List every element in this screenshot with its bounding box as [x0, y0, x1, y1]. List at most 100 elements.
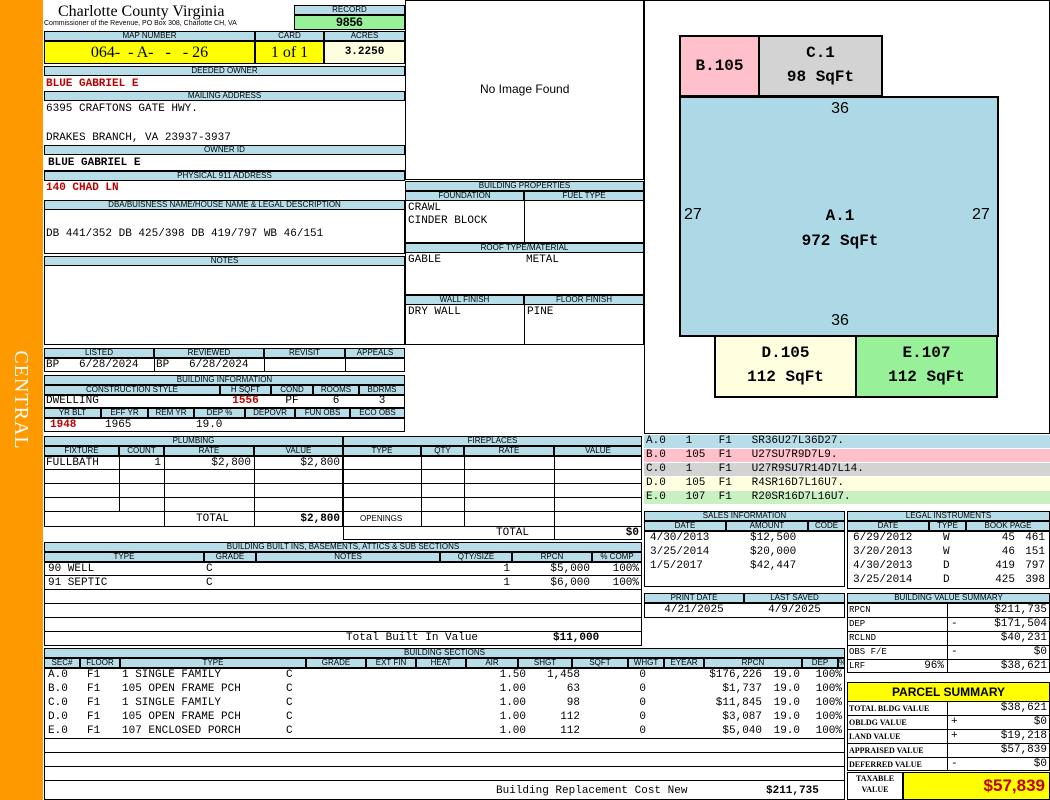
section-type: 1 SINGLE FAMILY — [122, 697, 222, 709]
deeded-owner: BLUE GABRIEL E — [46, 78, 139, 90]
record-number: 9856 — [294, 15, 405, 30]
sales-code-label: CODE — [808, 521, 845, 531]
section-comp: 100% — [815, 697, 842, 709]
section-sqft: 1,458 — [546, 669, 580, 681]
section-grade: C — [286, 697, 293, 709]
vs-obs: $0 — [1033, 646, 1047, 658]
section-col-header: GRADE — [306, 658, 366, 668]
legal-date: 6/29/2012 — [853, 532, 913, 544]
taxable-value: $57,839 — [903, 772, 1050, 800]
sketch-code-row: D.0 105 F1 R4SR16D7L16U7. — [644, 477, 1050, 491]
legal-page: 151 — [1025, 546, 1045, 558]
section-whgt: 0 — [639, 697, 646, 709]
value-summary-label: BUILDING VALUE SUMMARY — [847, 593, 1050, 603]
roof-type: GABLE — [408, 254, 442, 266]
legal-type: D — [943, 560, 950, 572]
li-date-label: DATE — [847, 521, 929, 531]
bi-notes-label: NOTES — [256, 552, 440, 562]
mailing-address-line2: DRAKES BRANCH, VA 23937-3937 — [46, 132, 231, 144]
rate-label: RATE — [164, 446, 254, 456]
section-col-header: WHGT — [628, 658, 664, 668]
ps-bldg-label: TOTAL BLDG VALUE — [849, 704, 930, 713]
ps-deferred-label: DEFERRED VALUE — [849, 760, 922, 769]
bi-qty-label: QTY/SIZE — [440, 552, 512, 562]
plumbing-total: $2,800 — [300, 513, 340, 525]
fp-value-label: VALUE — [554, 446, 642, 456]
section-type: 105 OPEN FRAME PCH — [122, 711, 241, 723]
legal-book: 425 — [995, 574, 1015, 586]
sketch-section-c: C.1 98 SqFt — [758, 35, 883, 97]
section-dep: 19.0 — [773, 725, 800, 737]
vs-rclnd-label: RCLND — [849, 633, 877, 643]
section-grade: C — [286, 683, 293, 695]
section-comp: 100% — [815, 683, 842, 695]
sketch-code-row: A.0 1 F1 SR36U27L36D27. — [644, 435, 1050, 449]
sketch-section-d: D.105 112 SqFt — [714, 335, 857, 398]
effyr-label: EFF YR — [101, 408, 148, 418]
vs-obs-label: OBS F/E — [849, 647, 887, 657]
sketch-a-label: A.1 — [825, 207, 855, 225]
sketch-dim-bottom: 36 — [831, 312, 849, 329]
built-in-total: $11,000 — [553, 632, 600, 644]
section-floor: F1 — [87, 725, 101, 737]
section-sec: B.0 — [48, 683, 68, 695]
section-col-header: HEAT — [416, 658, 466, 668]
section-comp: 100% — [815, 711, 842, 723]
sale-date: 1/5/2017 — [650, 560, 703, 572]
legal-description-label: DBA/BUISNESS NAME/HOUSE NAME & LEGAL DES… — [44, 200, 405, 210]
section-sec: D.0 — [48, 711, 68, 723]
value-label: VALUE — [254, 446, 343, 456]
section-floor: F1 — [87, 669, 101, 681]
sales-date-label: DATE — [644, 521, 726, 531]
section-whgt: 0 — [639, 683, 646, 695]
dep-label: DEP % — [194, 408, 245, 418]
vs-rpcn-label: RPCN — [849, 605, 871, 615]
ps-appraised: $57,839 — [1000, 744, 1047, 756]
legal-description: DB 441/352 DB 425/398 DB 419/797 WB 46/1… — [46, 228, 324, 240]
legal-book: 45 — [1001, 532, 1015, 544]
bdrms-value: 3 — [378, 395, 386, 407]
fp-rate-label: RATE — [464, 446, 554, 456]
print-date: 4/21/2025 — [664, 604, 724, 616]
section-shgt: 1.00 — [499, 697, 526, 709]
section-floor: F1 — [87, 711, 101, 723]
built-ins-label: BUILDING BUILT INS, BASEMENTS, ATTICS & … — [44, 542, 642, 552]
section-shgt: 1.00 — [499, 683, 526, 695]
physical-address-label: PHYSICAL 911 ADDRESS — [44, 171, 405, 181]
legal-type: D — [943, 574, 950, 586]
sketch-dim-left: 27 — [684, 206, 702, 223]
ps-land-label: LAND VALUE — [849, 732, 901, 741]
built-in-type: 90 WELL — [48, 563, 95, 575]
rooms-label: ROOMS — [313, 385, 359, 395]
construction-style: DWELLING — [46, 395, 99, 407]
built-in-qty: 1 — [503, 563, 510, 575]
legal-page: 797 — [1025, 560, 1045, 572]
notes-label: NOTES — [44, 256, 405, 266]
sale-amount: $12,500 — [750, 532, 797, 544]
mailing-address-label: MAILING ADDRESS — [44, 91, 405, 101]
built-in-rpcn: $6,000 — [550, 577, 590, 589]
record-label: RECORD — [294, 5, 405, 15]
built-in-comp: 100% — [612, 577, 639, 589]
count-label: COUNT — [119, 446, 164, 456]
owner-id: BLUE GABRIEL E — [48, 157, 141, 169]
bi-rpcn-label: RPCN — [512, 552, 592, 562]
section-col-header: RPCN — [704, 658, 802, 668]
vs-rpcn: $211,735 — [994, 604, 1047, 616]
hsqft-value: 1556 — [232, 395, 259, 407]
plumbing-count: 1 — [154, 457, 161, 469]
section-rpcn: $11,845 — [715, 697, 762, 709]
funobs-label: FUN OBS — [295, 408, 350, 418]
section-sqft: 112 — [560, 725, 580, 737]
legal-type: W — [943, 532, 950, 544]
yrblt-value: 1948 — [50, 419, 77, 431]
foundation-line2: CINDER BLOCK — [408, 215, 488, 227]
section-grade: C — [286, 669, 293, 681]
vs-lrf-label: LRF — [849, 661, 866, 671]
section-dep: 19.0 — [773, 697, 800, 709]
replacement-cost-label: Building Replacement Cost New — [496, 785, 688, 797]
bi-type-label: TYPE — [44, 552, 204, 562]
cond-value: PF — [285, 395, 299, 407]
acres-value: 3.2250 — [324, 41, 405, 64]
no-image-text: No Image Found — [480, 82, 570, 96]
